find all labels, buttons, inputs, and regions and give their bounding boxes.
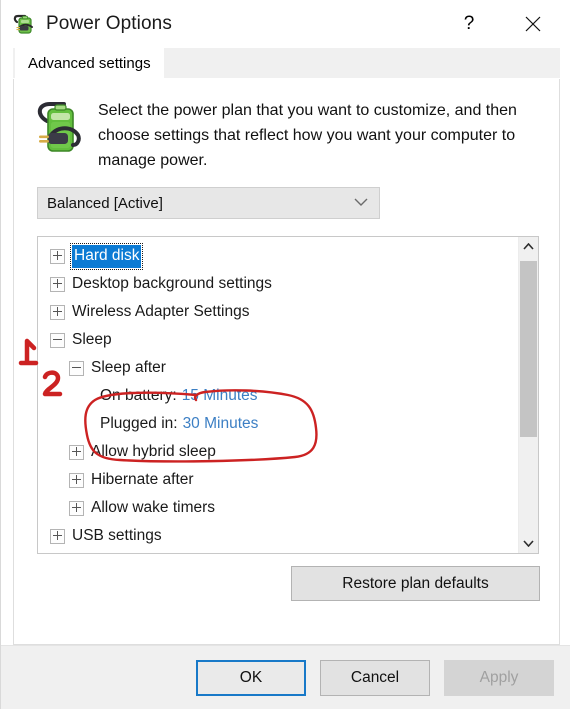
tab-advanced-settings[interactable]: Advanced settings: [15, 48, 164, 78]
chevron-down-icon: [523, 540, 534, 547]
tree-item-wireless-adapter-settings[interactable]: Wireless Adapter Settings: [38, 298, 518, 326]
tree-item-usb-settings[interactable]: USB settings: [38, 522, 518, 550]
window-title: Power Options: [46, 13, 172, 34]
settings-tree-box[interactable]: Hard disk Desktop background settings Wi…: [37, 236, 539, 554]
tree-item-label: Sleep after: [91, 359, 166, 376]
settings-tree[interactable]: Hard disk Desktop background settings Wi…: [38, 237, 518, 553]
tree-item-hibernate-after[interactable]: Hibernate after: [38, 466, 518, 494]
setting-label: On battery:: [100, 387, 177, 404]
power-plan-value: Balanced [Active]: [47, 194, 163, 212]
cancel-button[interactable]: Cancel: [320, 659, 430, 696]
tree-item-label: Sleep: [72, 331, 112, 348]
expander-plus-icon[interactable]: [69, 472, 84, 488]
expander-plus-icon[interactable]: [50, 304, 65, 320]
tree-item-sleep[interactable]: Sleep: [38, 326, 518, 354]
tree-item-label: USB settings: [72, 527, 162, 544]
tree-item-partially-visible[interactable]: [38, 550, 518, 553]
tree-item-desktop-background-settings[interactable]: Desktop background settings: [38, 270, 518, 298]
tree-item-label: Hibernate after: [91, 471, 194, 488]
tree-item-label: Hard disk: [69, 242, 144, 270]
tree-item-label: Allow hybrid sleep: [91, 443, 216, 460]
title-bar: Power Options ?: [1, 0, 570, 48]
tab-page-advanced-settings: Select the power plan that you want to c…: [13, 79, 560, 645]
tree-item-hard-disk[interactable]: Hard disk: [38, 242, 518, 270]
close-button[interactable]: [510, 0, 556, 48]
ok-button[interactable]: OK: [196, 659, 306, 696]
chevron-down-icon: [354, 194, 368, 212]
expander-plus-icon[interactable]: [50, 528, 65, 544]
chevron-up-icon: [523, 243, 534, 250]
tree-item-sleep-after[interactable]: Sleep after: [38, 354, 518, 382]
setting-label: Plugged in:: [100, 415, 178, 432]
help-icon: ?: [463, 13, 475, 34]
tree-vertical-scrollbar[interactable]: [518, 237, 538, 553]
expander-plus-icon[interactable]: [69, 444, 84, 460]
scroll-down-button[interactable]: [519, 534, 538, 553]
tab-strip: Advanced settings: [13, 48, 560, 79]
intro-description: Select the power plan that you want to c…: [98, 102, 517, 169]
tree-item-allow-wake-timers[interactable]: Allow wake timers: [38, 494, 518, 522]
restore-defaults-area: Restore plan defaults: [14, 554, 559, 644]
intro-block: Select the power plan that you want to c…: [14, 79, 559, 173]
apply-button: Apply: [444, 659, 554, 696]
setting-on-battery[interactable]: On battery: 15 Minutes: [38, 382, 518, 410]
tree-item-label: Desktop background settings: [72, 275, 272, 292]
power-options-dialog: Power Options ? Advanced settings Select…: [0, 0, 570, 709]
expander-plus-icon[interactable]: [50, 248, 65, 264]
expander-minus-icon[interactable]: [50, 332, 65, 348]
setting-value[interactable]: 15 Minutes: [177, 387, 258, 405]
expander-plus-icon[interactable]: [50, 276, 65, 292]
tree-item-label: Wireless Adapter Settings: [72, 303, 250, 320]
help-button[interactable]: ?: [446, 0, 492, 48]
battery-plug-icon: [11, 11, 37, 37]
tab-label: Advanced settings: [28, 54, 151, 72]
setting-value[interactable]: 30 Minutes: [178, 415, 259, 433]
battery-plug-icon: [34, 95, 86, 159]
tree-item-label: Allow wake timers: [91, 499, 216, 516]
restore-plan-defaults-button[interactable]: Restore plan defaults: [291, 566, 540, 601]
expander-minus-icon[interactable]: [69, 360, 84, 376]
setting-plugged-in[interactable]: Plugged in: 30 Minutes: [38, 410, 518, 438]
scrollbar-thumb[interactable]: [520, 261, 537, 437]
dialog-button-bar: OK Cancel Apply: [1, 645, 570, 709]
tree-item-allow-hybrid-sleep[interactable]: Allow hybrid sleep: [38, 438, 518, 466]
power-plan-select[interactable]: Balanced [Active]: [37, 187, 380, 219]
scroll-up-button[interactable]: [519, 237, 538, 256]
expander-plus-icon[interactable]: [69, 500, 84, 516]
close-icon: [525, 16, 541, 32]
